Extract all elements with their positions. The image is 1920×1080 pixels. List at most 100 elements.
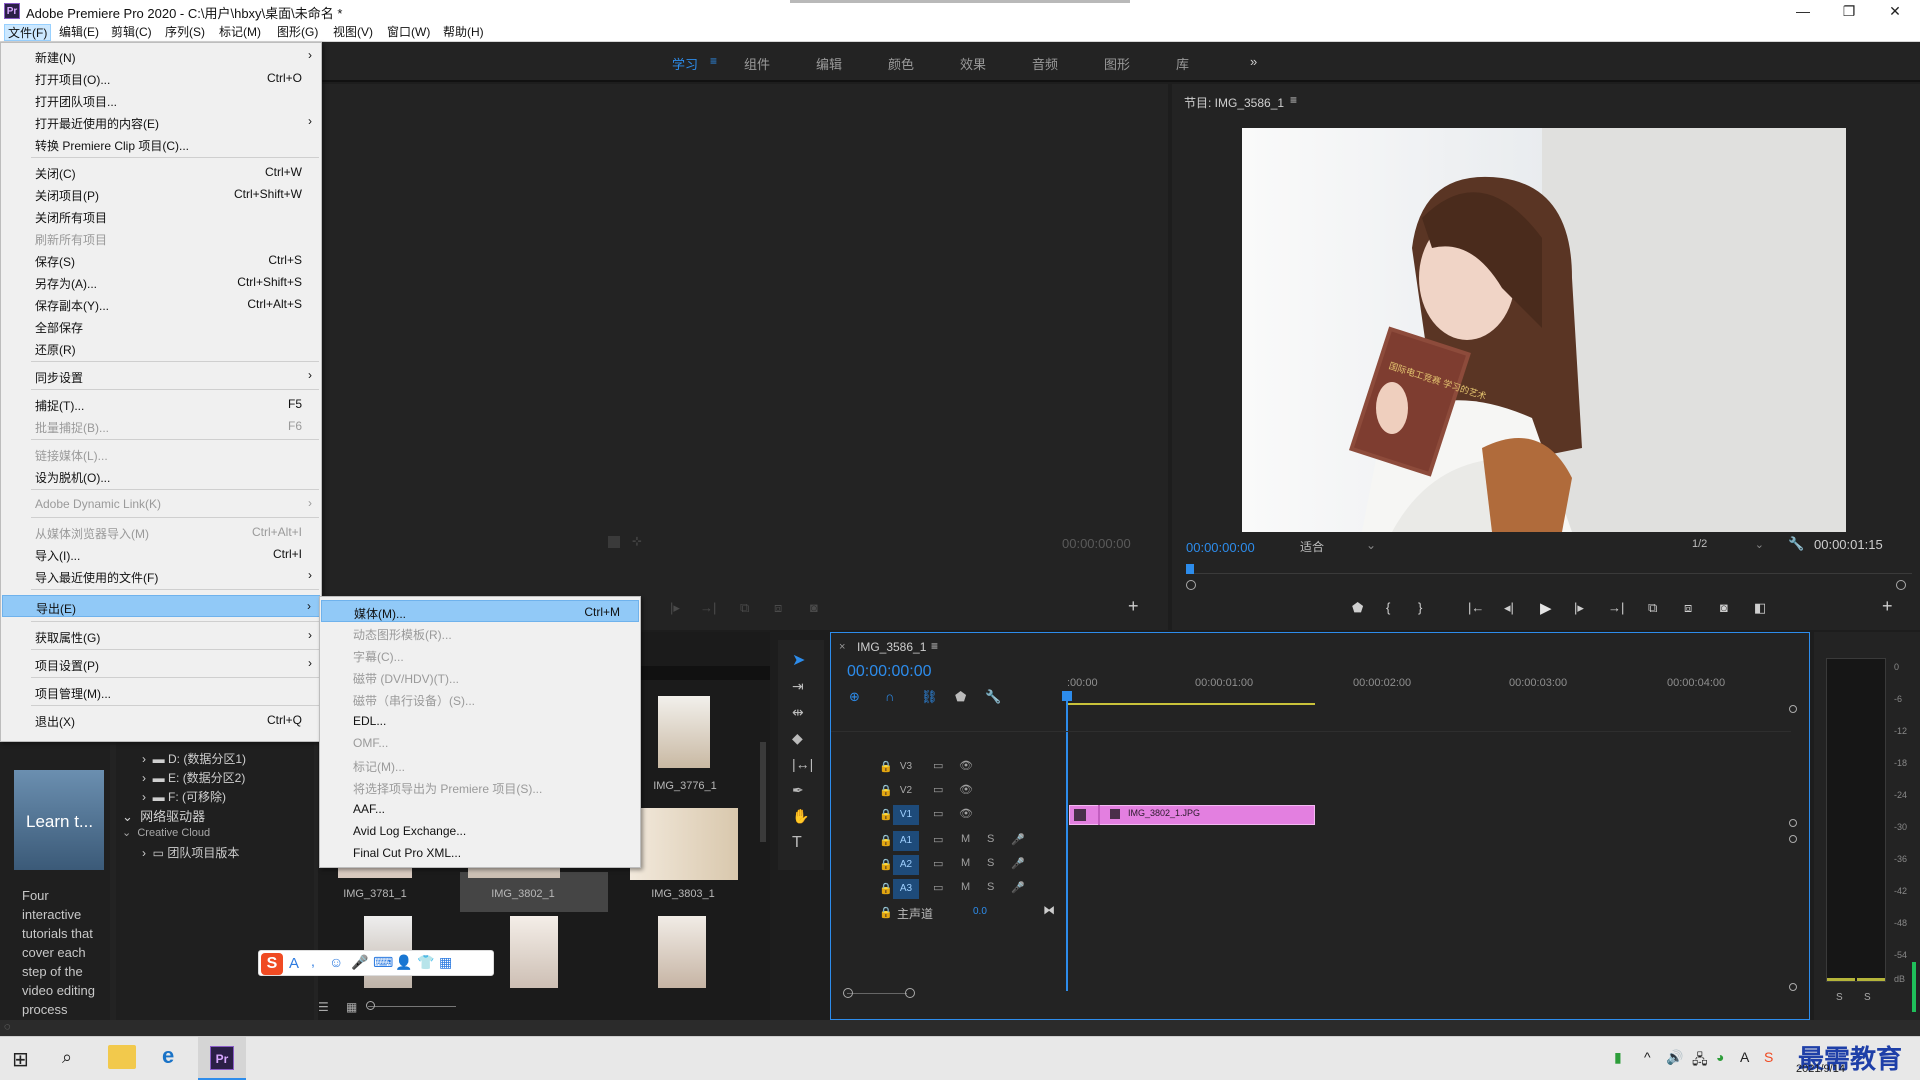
sequence-tab[interactable]: IMG_3586_1 [857, 640, 926, 654]
tray-network-icon[interactable]: 🖧 [1692, 1049, 1708, 1073]
ime-toolbar[interactable]: S A , ☺ 🎤 ⌨ 👤 👕 ▦ [258, 950, 494, 976]
learn-card[interactable]: Learn t... [14, 770, 104, 870]
menu-close[interactable]: 关闭(C) Ctrl+W [2, 161, 320, 183]
creative-cloud-item[interactable]: ⌄ Creative Cloud [122, 826, 210, 839]
menu-view[interactable]: 视图(V) [330, 24, 376, 41]
eye-icon[interactable]: 👁 [959, 759, 973, 772]
lock-icon[interactable]: 🔒 [879, 906, 893, 919]
sogou-logo-icon[interactable]: S [261, 953, 283, 975]
source-marker-icon[interactable] [608, 536, 620, 548]
sync-lock-icon[interactable]: ▭ [933, 807, 943, 820]
export-frame-icon[interactable]: ◙ [1720, 600, 1728, 615]
source-insert-button-icon[interactable]: ⧉ [740, 600, 749, 616]
timeline-scroll-left-handle[interactable] [843, 988, 853, 998]
snap-icon[interactable]: ∩ [885, 689, 894, 704]
menu-capture[interactable]: 捕捉(T)... F5 [2, 393, 320, 415]
go-to-in-icon[interactable]: |← [1468, 600, 1484, 615]
menu-convert-clip[interactable]: 转换 Premiere Clip 项目(C)... [2, 133, 320, 155]
tray-battery-icon[interactable]: ▮ [1614, 1049, 1622, 1066]
menu-save-as[interactable]: 另存为(A)... Ctrl+Shift+S [2, 271, 320, 293]
workspace-learn[interactable]: 学习 [672, 54, 698, 73]
sync-lock-icon[interactable]: ▭ [933, 783, 943, 796]
project-scrollbar[interactable] [760, 742, 766, 842]
track-label-a1[interactable]: A1 [893, 831, 919, 851]
menu-marker[interactable]: 标记(M) [216, 24, 264, 41]
program-zoom-select[interactable]: 适合 ⌄ [1300, 538, 1380, 554]
track-label-a2[interactable]: A2 [893, 855, 919, 875]
mark-in-icon[interactable]: { [1386, 600, 1390, 615]
menu-window[interactable]: 窗口(W) [384, 24, 433, 41]
skin-icon[interactable]: 👕 [417, 954, 434, 971]
maximize-button[interactable]: ❐ [1826, 0, 1872, 22]
menu-import-recent[interactable]: 导入最近使用的文件(F) › [2, 565, 320, 587]
step-forward-icon[interactable]: |▸ [1574, 600, 1584, 616]
master-expand-icon[interactable]: ⧓ [1043, 903, 1055, 917]
pen-tool-icon[interactable]: ✒ [792, 782, 804, 799]
ripple-edit-tool-icon[interactable]: ⇹ [792, 704, 804, 721]
lock-icon[interactable]: 🔒 [879, 882, 893, 895]
thumb-size-slider[interactable] [368, 1006, 456, 1007]
workspace-libraries[interactable]: 库 [1176, 54, 1189, 73]
menu-close-all[interactable]: 关闭所有项目 [2, 205, 320, 227]
drive-e-item[interactable]: › ▬ E: (数据分区2) [142, 769, 245, 786]
track-label-v2[interactable]: V2 [893, 781, 919, 801]
nest-icon[interactable]: ⊕ [849, 689, 860, 705]
source-camera-icon[interactable]: ◙ [810, 600, 818, 615]
type-tool-icon[interactable]: T [792, 834, 802, 852]
menu-make-offline[interactable]: 设为脱机(O)... [2, 465, 320, 487]
menu-save-all[interactable]: 全部保存 [2, 315, 320, 337]
thumb-img-5[interactable] [510, 916, 558, 988]
sync-lock-icon[interactable]: ▭ [933, 857, 943, 870]
timeline-timecode[interactable]: 00:00:00:00 [847, 663, 932, 681]
program-resolution-select[interactable]: 1/2 ⌄ [1692, 538, 1768, 554]
menu-graphics[interactable]: 图形(G) [274, 24, 321, 41]
source-go-out-icon[interactable]: →| [700, 600, 716, 615]
razor-tool-icon[interactable]: ◆ [792, 730, 803, 747]
workspace-graphics[interactable]: 图形 [1104, 54, 1130, 73]
export-fcp-xml[interactable]: Final Cut Pro XML... [321, 842, 639, 864]
thumb-img-3776[interactable] [658, 696, 710, 768]
track-label-v3[interactable]: V3 [893, 757, 919, 777]
ime-letter-icon[interactable]: A [289, 955, 299, 972]
source-timecode[interactable]: 00:00:00:00 [1062, 536, 1131, 551]
menu-close-project[interactable]: 关闭项目(P) Ctrl+Shift+W [2, 183, 320, 205]
step-back-icon[interactable]: ◂| [1504, 600, 1514, 616]
menu-help[interactable]: 帮助(H) [440, 24, 487, 41]
program-add-button-icon[interactable]: + [1882, 596, 1893, 617]
menu-save-copy[interactable]: 保存副本(Y)... Ctrl+Alt+S [2, 293, 320, 315]
go-to-out-icon[interactable]: →| [1608, 600, 1624, 615]
add-marker-icon[interactable]: ⬟ [1352, 600, 1363, 616]
slip-tool-icon[interactable]: |↔| [792, 756, 813, 772]
program-zoom-handle-left[interactable] [1186, 580, 1196, 590]
program-current-timecode[interactable]: 00:00:00:00 [1186, 540, 1255, 555]
timeline-marker-icon[interactable]: ⬟ [955, 689, 966, 705]
drive-d-item[interactable]: › ▬ D: (数据分区1) [142, 750, 246, 767]
keyboard-icon[interactable]: ⌨ [373, 954, 393, 971]
menu-project-manager[interactable]: 项目管理(M)... [2, 681, 320, 703]
linked-selection-icon[interactable]: ⛓ [921, 689, 938, 705]
menu-sequence[interactable]: 序列(S) [162, 24, 208, 41]
menu-get-properties[interactable]: 获取属性(G) › [2, 625, 320, 647]
emoji-icon[interactable]: ☺ [329, 954, 343, 970]
mute-button[interactable]: M [961, 857, 970, 869]
menu-clip[interactable]: 剪辑(C) [108, 24, 155, 41]
tray-volume-icon[interactable]: 🔊 [1666, 1049, 1683, 1066]
source-add-button-icon[interactable]: + [1128, 596, 1139, 617]
eye-icon[interactable]: 👁 [959, 783, 973, 796]
solo-button[interactable]: S [987, 833, 994, 845]
close-sequence-icon[interactable]: × [839, 641, 845, 653]
program-menu-icon[interactable]: ≡ [1290, 93, 1297, 107]
master-volume-value[interactable]: 0.0 [973, 906, 987, 917]
tray-chevron-up-icon[interactable]: ^ [1644, 1049, 1651, 1065]
mark-out-icon[interactable]: } [1418, 600, 1422, 615]
menu-new[interactable]: 新建(N) › [2, 45, 320, 67]
microphone-icon[interactable]: 🎤 [351, 954, 368, 971]
search-icon[interactable]: ⌕ [62, 1047, 72, 1068]
playhead-handle-icon[interactable] [1062, 691, 1072, 701]
source-insert-icon[interactable]: ⊹ [632, 534, 642, 548]
track-label-v1[interactable]: V1 [893, 805, 919, 825]
workspace-menu-icon[interactable]: ≡ [710, 54, 717, 68]
lock-icon[interactable]: 🔒 [879, 784, 893, 797]
meter-solo-right[interactable]: S [1864, 992, 1871, 1003]
audio-scroll-bottom-handle[interactable] [1789, 983, 1797, 991]
